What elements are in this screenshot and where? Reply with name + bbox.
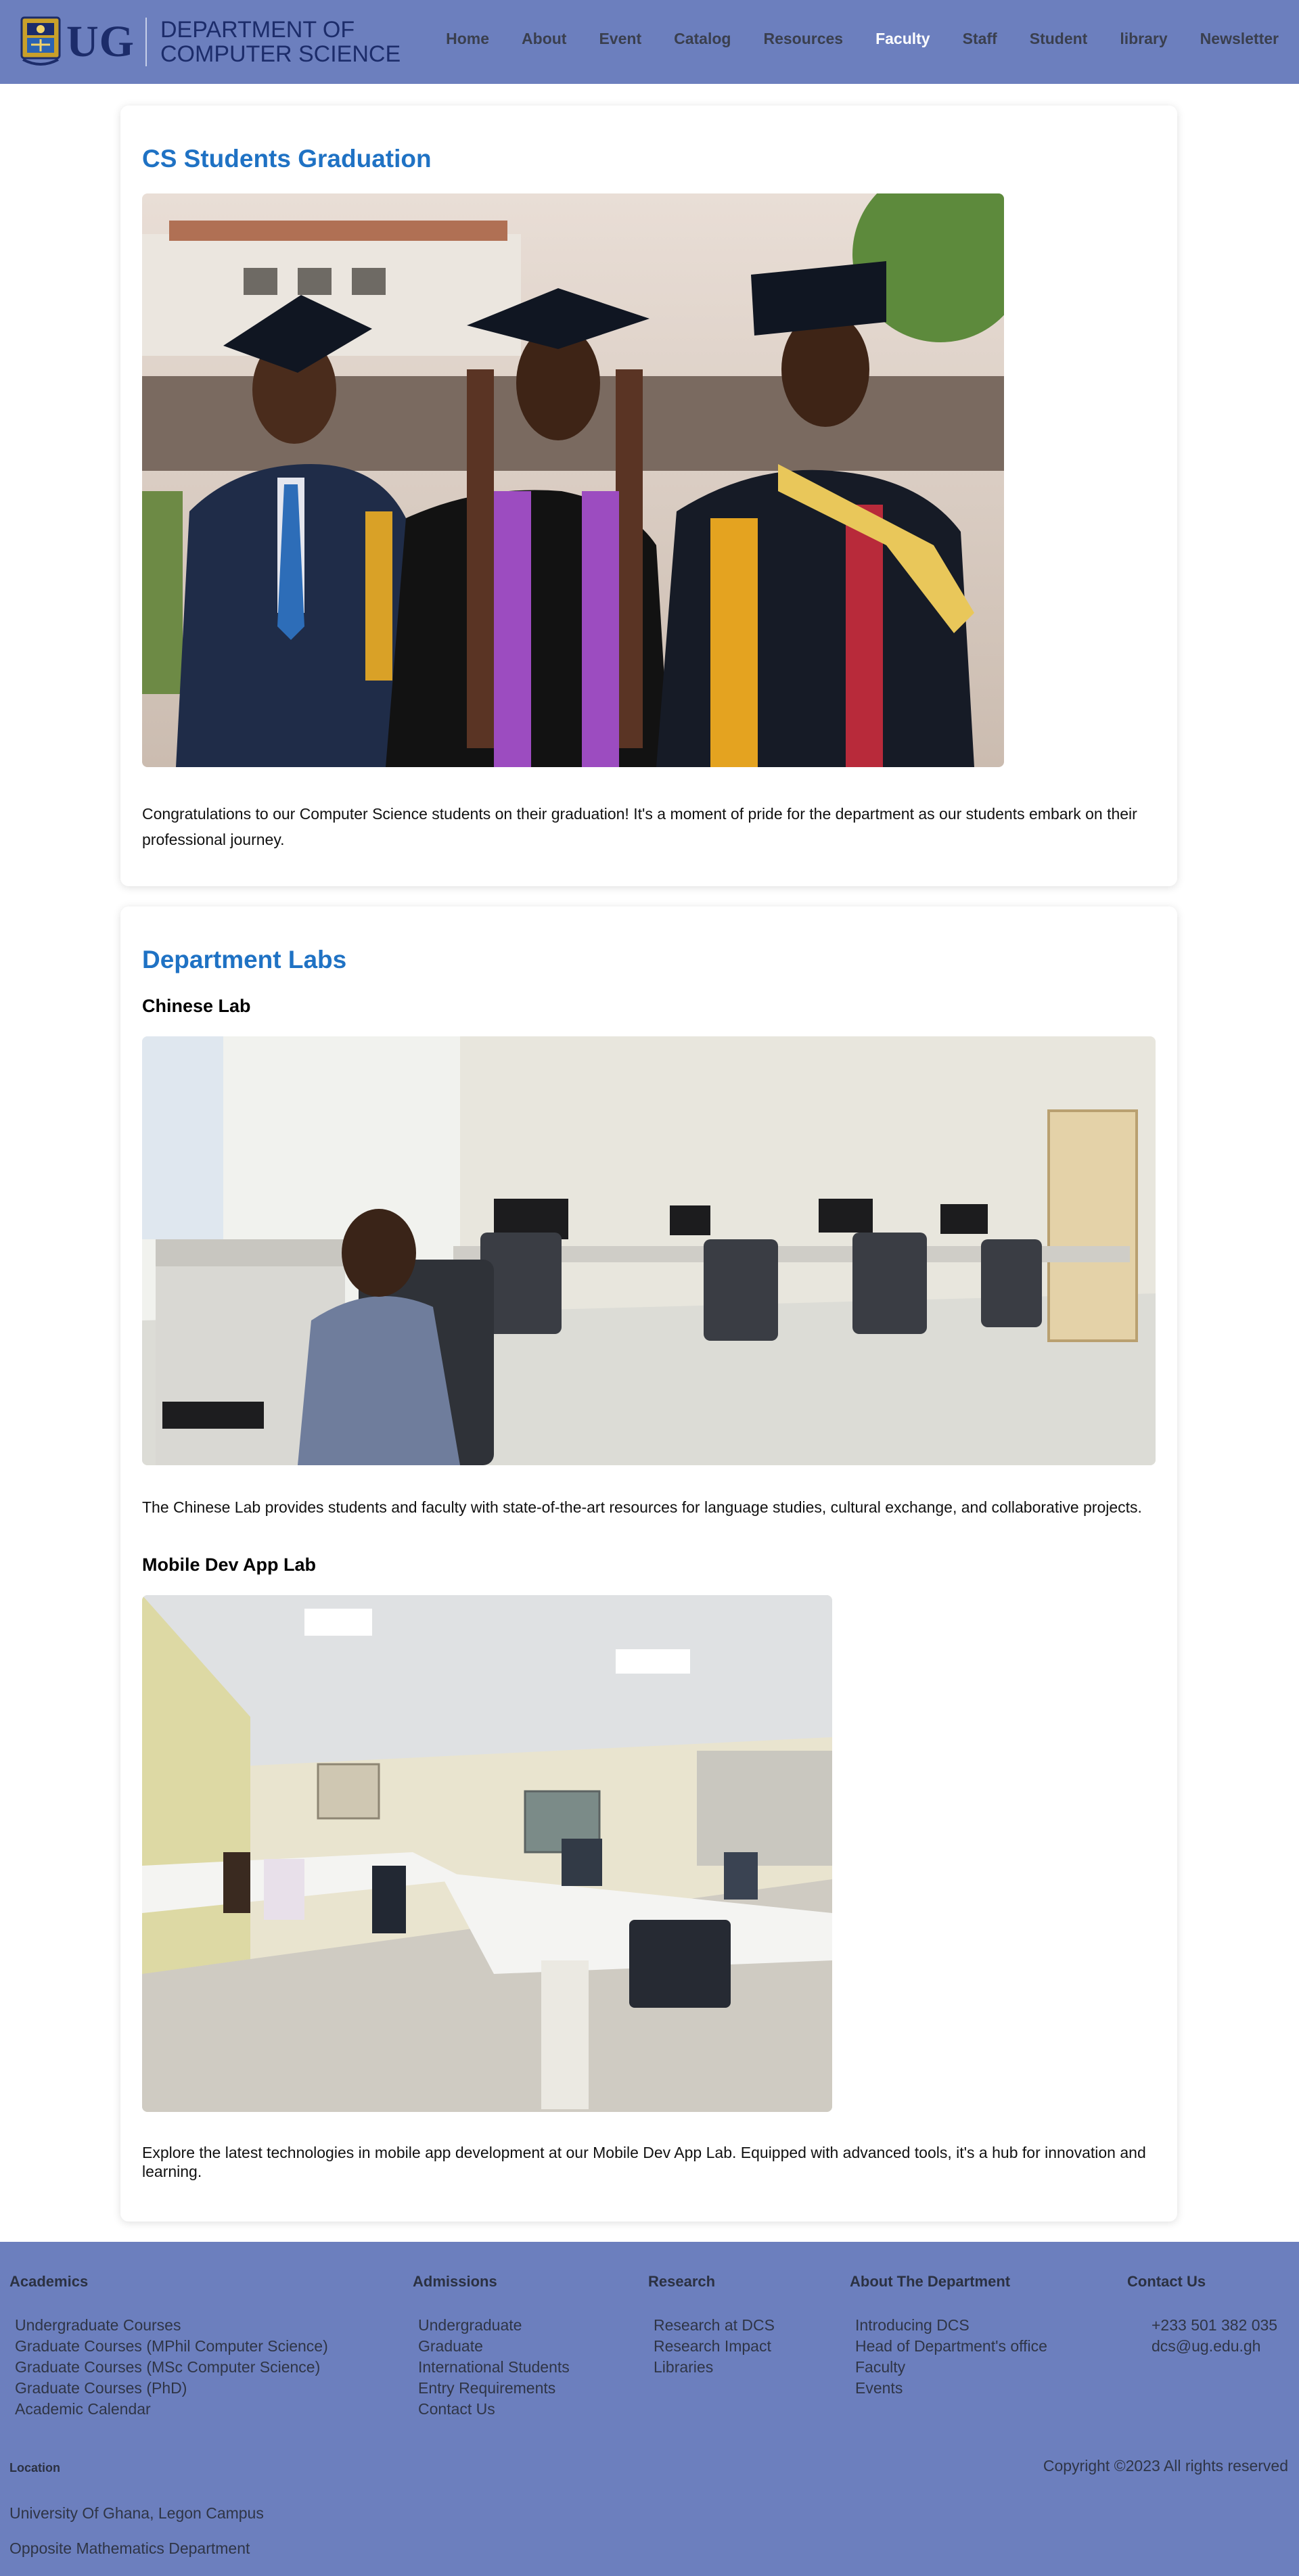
footer-phone[interactable]: +233 501 382 035 <box>1152 2315 1277 2336</box>
graduation-card: CS Students Graduation Congratulations t… <box>120 106 1177 886</box>
footer-contact: Contact Us +233 501 382 035 dcs@ug.edu.g… <box>1127 2273 1277 2357</box>
footer-research-title: Research <box>648 2273 716 2290</box>
footer-admissions-title: Admissions <box>413 2273 497 2290</box>
graduation-title: CS Students Graduation <box>142 145 432 172</box>
footer-research: Research Research at DCS Research Impact… <box>648 2273 775 2378</box>
footer-link[interactable]: Graduate <box>418 2336 570 2357</box>
department-name-line2: COMPUTER SCIENCE <box>160 41 401 67</box>
nav-about[interactable]: About <box>522 30 566 48</box>
footer-email[interactable]: dcs@ug.edu.gh <box>1152 2336 1277 2357</box>
footer-link[interactable]: Libraries <box>654 2357 775 2378</box>
department-name: DEPARTMENT OF COMPUTER SCIENCE <box>160 18 401 66</box>
nav-staff[interactable]: Staff <box>963 30 997 48</box>
lab-name-mobile-dev: Mobile Dev App Lab <box>142 1555 317 1575</box>
mobile-dev-lab-photo <box>142 1595 832 2112</box>
footer-location-line1: University Of Ghana, Legon Campus <box>9 2504 264 2522</box>
footer-link[interactable]: Head of Department's office <box>855 2336 1047 2357</box>
main-nav: Home About Event Catalog Resources Facul… <box>413 30 1279 48</box>
footer-link[interactable]: Entry Requirements <box>418 2378 570 2399</box>
labs-card: Department Labs Chinese Lab The Chinese … <box>120 906 1177 2222</box>
footer-link[interactable]: Graduate Courses (MPhil Computer Science… <box>15 2336 328 2357</box>
nav-newsletter[interactable]: Newsletter <box>1200 30 1279 48</box>
footer-link[interactable]: International Students <box>418 2357 570 2378</box>
chinese-lab-text: The Chinese Lab provides students and fa… <box>142 1498 1142 1516</box>
footer-about-title: About The Department <box>850 2273 1011 2290</box>
footer-admissions: Admissions Undergraduate Graduate Intern… <box>413 2273 570 2420</box>
university-crest-icon <box>20 16 61 66</box>
footer-link[interactable]: Research at DCS <box>654 2315 775 2336</box>
footer-link[interactable]: Undergraduate <box>418 2315 570 2336</box>
nav-student[interactable]: Student <box>1030 30 1088 48</box>
mobile-dev-lab-text: Explore the latest technologies in mobil… <box>142 2144 1146 2180</box>
footer-link[interactable]: Research Impact <box>654 2336 775 2357</box>
site-footer: Academics Undergraduate Courses Graduate… <box>0 2242 1299 2576</box>
nav-resources[interactable]: Resources <box>763 30 843 48</box>
footer-contact-title: Contact Us <box>1127 2273 1206 2290</box>
footer-location-line2: Opposite Mathematics Department <box>9 2539 250 2557</box>
footer-link[interactable]: Events <box>855 2378 1047 2399</box>
footer-link[interactable]: Undergraduate Courses <box>15 2315 328 2336</box>
footer-academics-title: Academics <box>9 2273 89 2290</box>
graduation-photo <box>142 193 1004 767</box>
footer-academics: Academics Undergraduate Courses Graduate… <box>9 2273 328 2420</box>
footer-link[interactable]: Graduate Courses (PhD) <box>15 2378 328 2399</box>
labs-title: Department Labs <box>142 946 347 973</box>
chinese-lab-photo <box>142 1036 1156 1465</box>
footer-link[interactable]: Faculty <box>855 2357 1047 2378</box>
footer-link[interactable]: Contact Us <box>418 2399 570 2420</box>
lab-name-chinese: Chinese Lab <box>142 996 251 1016</box>
site-header: UG DEPARTMENT OF COMPUTER SCIENCE Home A… <box>0 0 1299 84</box>
graduation-text: Congratulations to our Computer Science … <box>142 805 1137 848</box>
nav-event[interactable]: Event <box>599 30 641 48</box>
nav-catalog[interactable]: Catalog <box>674 30 731 48</box>
nav-faculty[interactable]: Faculty <box>875 30 930 48</box>
logo-divider <box>145 18 147 66</box>
footer-link[interactable]: Academic Calendar <box>15 2399 328 2420</box>
footer-copyright: Copyright ©2023 All rights reserved <box>1043 2457 1288 2475</box>
footer-link[interactable]: Introducing DCS <box>855 2315 1047 2336</box>
brand-logo[interactable]: UG DEPARTMENT OF COMPUTER SCIENCE <box>20 15 401 69</box>
nav-library[interactable]: library <box>1120 30 1167 48</box>
footer-about: About The Department Introducing DCS Hea… <box>850 2273 1047 2399</box>
department-name-line1: DEPARTMENT OF <box>160 17 355 43</box>
footer-location-title: Location <box>9 2461 60 2475</box>
logo-text: UG <box>66 17 135 66</box>
footer-link[interactable]: Graduate Courses (MSc Computer Science) <box>15 2357 328 2378</box>
nav-home[interactable]: Home <box>446 30 489 48</box>
